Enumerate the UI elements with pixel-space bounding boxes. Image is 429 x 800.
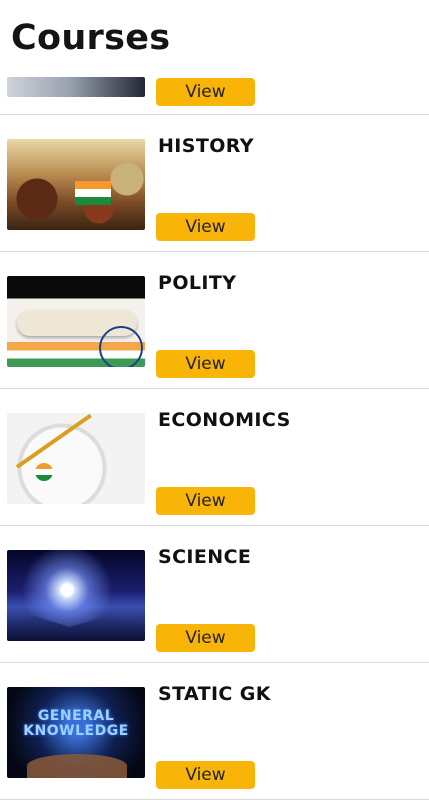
course-thumbnail[interactable]: GENERAL KNOWLEDGE (7, 687, 145, 778)
course-item-economics: ECONOMICS View (0, 389, 429, 526)
flag-graphic (75, 181, 111, 205)
course-item-static-gk: GENERAL KNOWLEDGE STATIC GK View (0, 663, 429, 800)
view-button[interactable]: View (156, 350, 255, 378)
hands-graphic (27, 754, 127, 778)
course-title: HISTORY (158, 135, 254, 157)
course-title: STATIC GK (158, 683, 271, 705)
compass-needle-graphic (15, 413, 92, 469)
course-item-history: HISTORY View (0, 115, 429, 252)
view-button[interactable]: View (156, 761, 255, 789)
view-button[interactable]: View (156, 78, 255, 106)
course-thumbnail[interactable] (7, 550, 145, 641)
course-thumbnail[interactable] (7, 276, 145, 367)
course-item-polity: POLITY View (0, 252, 429, 389)
thumbnail-caption: GENERAL KNOWLEDGE (23, 708, 129, 739)
course-list: View HISTORY View POLITY View ECONOMICS … (0, 77, 429, 800)
view-button[interactable]: View (156, 213, 255, 241)
view-button[interactable]: View (156, 487, 255, 515)
compass-ball-graphic (35, 463, 53, 481)
course-thumbnail[interactable] (7, 77, 145, 97)
course-item-science: SCIENCE View (0, 526, 429, 663)
page-title: Courses (11, 18, 171, 58)
chakra-graphic (99, 326, 143, 367)
course-item: View (0, 77, 429, 115)
landscape-graphic (7, 615, 145, 641)
course-thumbnail[interactable] (7, 139, 145, 230)
course-thumbnail[interactable] (7, 413, 145, 504)
course-title: SCIENCE (158, 546, 252, 568)
course-title: POLITY (158, 272, 237, 294)
course-title: ECONOMICS (158, 409, 291, 431)
view-button[interactable]: View (156, 624, 255, 652)
